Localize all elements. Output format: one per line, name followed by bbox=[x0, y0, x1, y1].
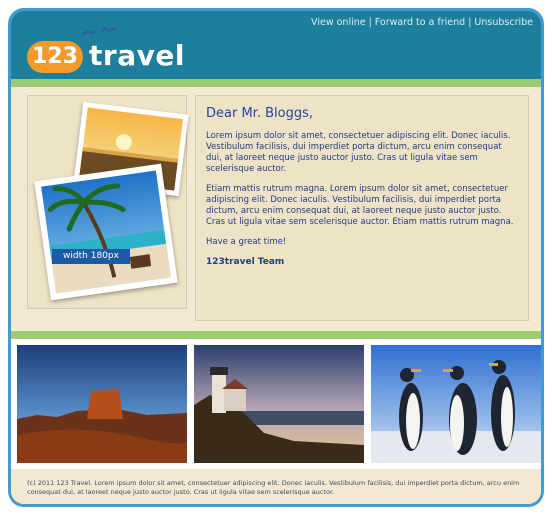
signature: 123travel Team bbox=[206, 257, 285, 267]
letter-body: Dear Mr. Bloggs, Lorem ipsum dolor sit a… bbox=[195, 95, 529, 321]
desert-mesa-photo[interactable] bbox=[17, 345, 187, 463]
greeting: Dear Mr. Bloggs, bbox=[206, 106, 313, 121]
link-separator: | bbox=[368, 17, 372, 28]
hero-photo-panel: width 180px bbox=[27, 95, 189, 309]
paragraph-2: Etiam mattis rutrum magna. Lorem ipsum d… bbox=[206, 184, 514, 227]
header-divider bbox=[11, 79, 541, 87]
beach-photo bbox=[34, 163, 178, 301]
main-content: width 180px Dear Mr. Bloggs, Lorem ipsum… bbox=[11, 87, 541, 337]
width-label: width 180px bbox=[52, 249, 130, 264]
unsubscribe-link[interactable]: Unsubscribe bbox=[474, 17, 533, 28]
closing-line: Have a great time! bbox=[206, 237, 287, 247]
desert-mesa-image bbox=[17, 345, 187, 463]
brand-logo[interactable]: 123 travel bbox=[27, 25, 197, 77]
penguins-image bbox=[371, 345, 541, 463]
beach-image bbox=[41, 170, 171, 294]
paragraph-1: Lorem ipsum dolor sit amet, consectetuer… bbox=[206, 131, 511, 174]
header-links: View online | Forward to a friend | Unsubscr… bbox=[311, 17, 533, 28]
footer-text: (c) 2011 123 Travel. Lorem ipsum dolor s… bbox=[27, 479, 520, 496]
logo-word: travel bbox=[89, 39, 185, 72]
email-frame: View online | Forward to a friend | Unsubscr… bbox=[8, 8, 544, 507]
forward-to-friend-link[interactable]: Forward to a friend bbox=[375, 17, 465, 28]
photo-gallery bbox=[11, 339, 541, 469]
lighthouse-image bbox=[194, 345, 364, 463]
gallery-divider bbox=[11, 331, 541, 339]
email-header: View online | Forward to a friend | Unsubscr… bbox=[11, 11, 541, 79]
logo-number: 123 bbox=[27, 41, 83, 73]
lighthouse-photo[interactable] bbox=[194, 345, 364, 463]
view-online-link[interactable]: View online bbox=[311, 17, 366, 28]
penguins-photo[interactable] bbox=[371, 345, 541, 463]
email-footer: (c) 2011 123 Travel. Lorem ipsum dolor s… bbox=[11, 469, 541, 504]
